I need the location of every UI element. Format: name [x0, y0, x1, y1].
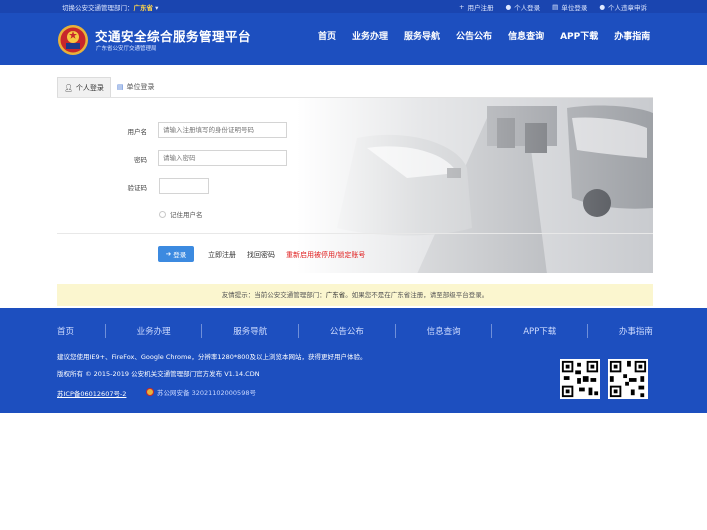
notice-prefix: 友情提示：当前公安交通管理部门：	[221, 291, 326, 299]
footer-nav-info-query[interactable]: 信息查询	[427, 325, 461, 337]
nav-business[interactable]: 业务办理	[352, 29, 388, 42]
reactivate-account-link[interactable]: 重新启用被停用/锁定账号	[286, 250, 365, 260]
top-links: + 用户注册 ● 个人登录 ▤ 单位登录 ● 个人违章申诉	[459, 2, 647, 12]
police-badge-icon	[146, 388, 154, 396]
city-switch-label: 切换公安交通管理部门：	[62, 4, 134, 12]
current-city: 广东省	[133, 4, 154, 12]
tab-personal-login[interactable]: 👤︎ 个人登录	[57, 77, 111, 97]
register-link[interactable]: 立即注册	[208, 250, 236, 260]
footer-nav-separator	[298, 324, 300, 338]
site-header: 交通安全综合服务管理平台 广东省公安厅交通管理局 首页 业务办理 服务导航 公告…	[0, 13, 707, 65]
police-emblem-logo[interactable]	[57, 24, 89, 56]
password-input[interactable]	[158, 150, 287, 166]
footer-nav: 首页 业务办理 服务导航 公告公布 信息查询 APP下载 办事指南	[57, 324, 653, 338]
footer-nav-home[interactable]: 首页	[57, 325, 74, 337]
user-icon: ●	[599, 3, 605, 11]
traffic-photo-background	[297, 98, 653, 273]
nav-app-download[interactable]: APP下载	[560, 29, 598, 42]
remember-checkbox[interactable]	[159, 210, 166, 218]
remember-username[interactable]: 记住用户名	[159, 209, 203, 219]
footer-nav-business[interactable]: 业务办理	[137, 325, 171, 337]
nav-service-guide[interactable]: 服务导航	[404, 29, 440, 42]
icp-record-link[interactable]: 苏ICP备06012607号-2	[57, 388, 126, 398]
main-nav: 首页 业务办理 服务导航 公告公布 信息查询 APP下载 办事指南	[318, 29, 666, 42]
recover-password-link[interactable]: 找回密码	[247, 250, 275, 260]
notice-banner: 友情提示：当前公安交通管理部门：广东省。如果您不是在广东省注册，请至部级平台登录…	[57, 284, 653, 306]
footer-nav-separator	[491, 324, 493, 338]
login-tabs: 👤︎ 个人登录 ▤ 单位登录	[57, 77, 161, 97]
qr-code-right	[608, 359, 648, 399]
login-button[interactable]: ➔ 登录	[158, 246, 194, 262]
browser-note: 建议您使用IE9+、FireFox、Google Chrome，分辨率1280*…	[57, 353, 367, 361]
remember-label: 记住用户名	[170, 211, 203, 219]
top-link-appeal[interactable]: ● 个人违章申诉	[599, 2, 647, 12]
copyright: 版权所有 © 2015-2019 公安机关交通管理部门官方发布 V1.14.CD…	[57, 370, 260, 378]
form-divider	[57, 233, 653, 234]
city-switcher[interactable]: 切换公安交通管理部门：广东省 ▾	[62, 2, 158, 12]
building-icon: ▤	[552, 3, 559, 11]
nav-announcements[interactable]: 公告公布	[456, 29, 492, 42]
captcha-input[interactable]	[159, 178, 209, 194]
password-label: 密码	[134, 156, 147, 164]
footer-nav-separator	[587, 324, 589, 338]
plus-icon: +	[459, 3, 465, 11]
qr-code-left	[560, 359, 600, 399]
top-link-personal-login[interactable]: ● 个人登录	[506, 2, 541, 12]
username-input[interactable]	[158, 122, 287, 138]
footer-nav-announcements[interactable]: 公告公布	[330, 325, 364, 337]
caret-down-icon: ▾	[155, 4, 159, 12]
notice-city: 广东省	[325, 291, 346, 299]
nav-home[interactable]: 首页	[318, 29, 336, 42]
user-icon: ●	[505, 3, 512, 11]
footer-nav-service-guide[interactable]: 服务导航	[233, 325, 267, 337]
user-icon: 👤︎	[64, 83, 73, 92]
footer-nav-separator	[394, 324, 396, 338]
nav-guide[interactable]: 办事指南	[614, 29, 650, 42]
footer-nav-separator	[201, 324, 203, 338]
site-subtitle: 广东省公安厅交通管理局	[96, 46, 157, 52]
footer-nav-separator	[104, 324, 106, 338]
tab-unit-login[interactable]: ▤ 单位登录	[111, 77, 161, 97]
top-link-register[interactable]: + 用户注册	[459, 2, 493, 12]
building-icon: ▤	[116, 83, 124, 91]
site-title: 交通安全综合服务管理平台	[95, 29, 252, 44]
top-link-unit-login[interactable]: ▤ 单位登录	[552, 2, 587, 12]
nav-info-query[interactable]: 信息查询	[508, 29, 544, 42]
login-arrow-icon: ➔	[165, 250, 172, 258]
top-bar: 切换公安交通管理部门：广东省 ▾ + 用户注册 ● 个人登录 ▤ 单位登录 ● 个人违章…	[0, 0, 707, 13]
site-footer: 首页 业务办理 服务导航 公告公布 信息查询 APP下载 办事指南 建议您使用I…	[0, 308, 707, 413]
notice-suffix: 。如果您不是在广东省注册，请至部级平台登录。	[345, 291, 489, 299]
username-label: 用户名	[127, 128, 148, 136]
login-panel: 用户名 密码 验证码 记住用户名 ➔登录 立即注册 找回密码 重新启用被停用/锁…	[57, 97, 653, 273]
captcha-label: 验证码	[127, 184, 148, 192]
footer-nav-app-download[interactable]: APP下载	[523, 325, 556, 337]
footer-nav-guide[interactable]: 办事指南	[619, 325, 653, 337]
police-record[interactable]: 苏公网安备 32021102000598号	[146, 387, 256, 397]
